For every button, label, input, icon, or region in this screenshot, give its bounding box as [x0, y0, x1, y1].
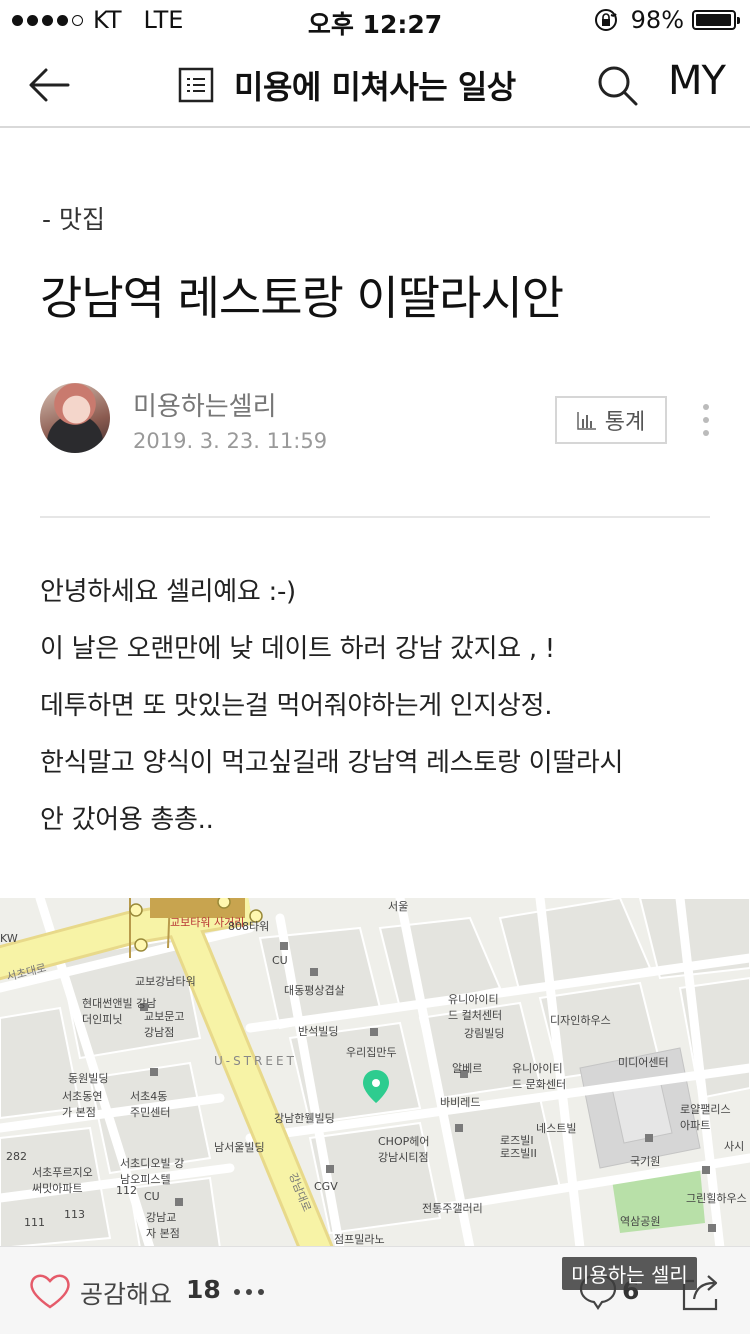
stats-button[interactable]: 통계	[555, 396, 667, 444]
blog-title-button[interactable]: 미용에 미쳐사는 일상	[178, 62, 516, 108]
search-icon[interactable]	[594, 62, 640, 108]
my-button[interactable]: MY	[668, 58, 726, 104]
map-label: 동원빌딩	[68, 1072, 109, 1085]
map-label: 알베르	[452, 1062, 483, 1075]
map-label: 미디어센터	[618, 1056, 669, 1069]
map-label: 서초디오빌 강남오피스텔	[120, 1157, 185, 1186]
map-label: 서초4동 주민센터	[130, 1090, 171, 1119]
body-line: 안녕하세요 셀리예요 :-)	[40, 577, 296, 607]
map-label: CGV	[314, 1180, 338, 1193]
map-label: 808타워	[228, 920, 270, 933]
orientation-lock-icon	[593, 7, 619, 33]
body-line: 데투하면 또 맛있는걸 먹어줘야하는게 인지상정.	[40, 691, 553, 721]
map-label: 111	[24, 1216, 45, 1229]
post-body: 안녕하세요 셀리예요 :-) 이 날은 오랜만에 낮 데이트 하러 강남 갔지요…	[40, 572, 720, 857]
location-map[interactable]: 교보타워 사거리 808타워 CU 교보강남타워 대동평상겹살 현대썬앤빌 강남…	[0, 898, 750, 1248]
map-label: 점프밀라노	[334, 1233, 385, 1246]
more-horizontal-icon[interactable]	[234, 1289, 264, 1295]
map-label: 서초동연가 본점	[62, 1090, 103, 1119]
blog-title: 미용에 미쳐사는 일상	[234, 68, 516, 106]
author-watermark: 미용하는 셀리	[562, 1257, 697, 1290]
map-graphic	[0, 898, 750, 1248]
post-category[interactable]: - 맛집	[42, 200, 105, 236]
map-label: 교보강남타워	[135, 975, 196, 988]
heart-icon[interactable]	[28, 1271, 72, 1311]
map-label: 로즈빌II	[500, 1147, 537, 1160]
map-label: 역삼공원	[620, 1215, 661, 1228]
map-label: 네스트빌	[536, 1122, 577, 1135]
map-label: 서초푸르지오 써밋아파트	[32, 1166, 93, 1195]
map-label: 113	[64, 1208, 85, 1221]
map-label: 반석빌딩	[298, 1025, 339, 1038]
map-label: 대동평상겹살	[284, 984, 345, 997]
body-line: 안 갔어용 총총..	[40, 805, 214, 835]
map-label: 강림빌딩	[464, 1027, 505, 1040]
post-title: 강남역 레스토랑 이딸라시안	[40, 271, 564, 325]
status-bar: KT LTE 오후 12:27 98%	[0, 0, 750, 40]
map-label: CU	[144, 1190, 160, 1203]
map-label: 유니아이티드 문화센터	[512, 1062, 567, 1091]
author-name[interactable]: 미용하는셀리	[133, 386, 277, 423]
map-label: 교보문고 강남점	[144, 1010, 185, 1039]
battery-percent: 98%	[630, 6, 684, 34]
top-nav-bar: 미용에 미쳐사는 일상 MY	[0, 40, 750, 128]
map-label: 로얄팰리스 아파트	[680, 1103, 731, 1132]
map-label: 282	[6, 1150, 27, 1163]
map-label: 남서울빌딩	[214, 1141, 265, 1154]
map-label: 디자인하우스	[550, 1014, 611, 1027]
post-date: 2019. 3. 23. 11:59	[133, 429, 328, 453]
body-line: 한식말고 양식이 먹고싶길래 강남역 레스토랑 이딸라시	[40, 748, 624, 778]
map-label: 서울	[388, 900, 409, 913]
more-options-icon[interactable]	[701, 404, 711, 438]
map-label: 그린힐하우스	[686, 1192, 747, 1205]
list-icon	[178, 67, 214, 103]
map-label: 우리집만두	[346, 1046, 397, 1059]
map-label: 강남한웰빌딩	[274, 1112, 335, 1125]
body-line: 이 날은 오랜만에 낮 데이트 하러 강남 갔지요 , !	[40, 634, 555, 664]
battery-icon	[692, 10, 740, 30]
map-label: 국기원	[630, 1155, 661, 1168]
bar-chart-icon	[577, 412, 596, 430]
map-label: 전통주갤러리	[422, 1202, 483, 1215]
map-label: 유니아이티드 컬처센터	[448, 993, 503, 1022]
map-label: U-STREET	[214, 1054, 297, 1068]
stats-label: 통계	[604, 410, 646, 435]
map-label: KW	[0, 932, 18, 945]
divider	[40, 516, 710, 518]
map-label: 강남교자 본점	[146, 1211, 180, 1240]
avatar[interactable]	[40, 383, 110, 453]
map-label: 바비레드	[440, 1096, 481, 1109]
like-button-label[interactable]: 공감해요	[80, 1275, 172, 1311]
back-arrow-icon[interactable]	[26, 62, 72, 108]
map-label: 사시	[724, 1140, 745, 1153]
like-count: 18	[186, 1275, 221, 1304]
map-label: 112	[116, 1184, 137, 1197]
map-label: CHOP헤어 강남시티점	[378, 1135, 430, 1164]
map-label: CU	[272, 954, 288, 967]
